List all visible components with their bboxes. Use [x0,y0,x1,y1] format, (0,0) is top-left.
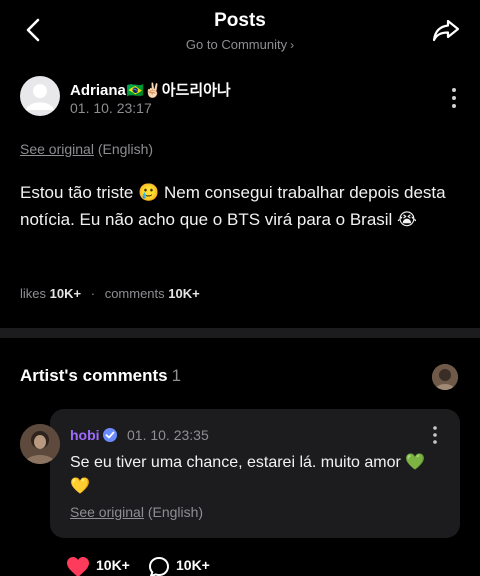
comment-more-button[interactable] [430,425,440,445]
comment-author-avatar[interactable] [20,424,60,464]
post-date: 01. 10. 23:17 [70,100,152,116]
comment-author-name[interactable]: hobi [70,427,100,443]
page-title: Posts [214,10,266,31]
comments-label[interactable]: comments [105,286,165,301]
artist-avatar-small[interactable] [432,364,458,390]
comment-see-original-link[interactable]: See original [70,504,144,520]
author-name[interactable]: Adriana🇧🇷✌🏻아드리아나 [70,79,231,100]
verified-badge-icon [102,427,118,443]
comment-see-original-row: See original (English) [70,504,203,520]
share-arrow-icon [432,19,460,42]
post-stats: likes 10K+ · comments 10K+ [20,286,200,301]
author-name-text: Adriana [70,82,126,99]
top-bar: Posts Go to Community › [0,0,480,62]
comment-text: Se eu tiver uma chance, estarei lá. muit… [70,454,426,495]
post-header: Adriana🇧🇷✌🏻아드리아나 01. 10. 23:17 [20,76,460,120]
see-original-language: (English) [97,141,154,157]
go-to-community-link[interactable]: Go to Community › [0,37,480,52]
artist-comments-title-text: Artist's comments [20,366,168,385]
default-user-icon [26,84,54,110]
more-vertical-icon [452,88,456,108]
go-to-community-label: Go to Community [185,37,288,52]
share-button[interactable] [430,14,462,46]
likes-label: likes [20,286,47,301]
artist-photo-icon [20,424,60,464]
author-avatar[interactable] [20,76,60,116]
artist-comment-card: hobi 01. 10. 23:35 Se eu tiver uma chanc… [50,409,460,538]
comment-see-original-language: (English) [147,504,204,520]
comments-count[interactable]: 10K+ [168,286,199,301]
comment-likes-count: 10K+ [96,557,130,573]
comment-replies-count: 10K+ [176,557,210,573]
comment-date: 01. 10. 23:35 [127,427,209,443]
comment-actions: 10K+ 10K+ [66,554,366,576]
post-more-button[interactable] [448,86,460,110]
artist-comments-title: Artist's comments 1 [20,366,181,386]
see-original-link[interactable]: See original [20,141,94,157]
see-original-row: See original (English) [20,141,153,157]
likes-count: 10K+ [49,286,82,301]
separator-dot: · [90,286,96,301]
section-divider [0,328,480,338]
author-name-emoji: 🇧🇷✌🏻 [126,82,162,98]
heart-icon [67,557,89,576]
artist-comments-count: 1 [171,366,182,385]
speech-bubble-icon [148,556,170,576]
like-button[interactable] [66,556,90,576]
reply-button[interactable] [148,556,170,576]
chevron-right-icon: › [290,38,295,52]
artist-photo-icon [432,364,458,390]
author-name-korean: 아드리아나 [161,82,231,99]
post-body: Estou tão triste 🥲 Nem consegui trabalha… [20,183,446,229]
more-vertical-icon [433,426,437,444]
